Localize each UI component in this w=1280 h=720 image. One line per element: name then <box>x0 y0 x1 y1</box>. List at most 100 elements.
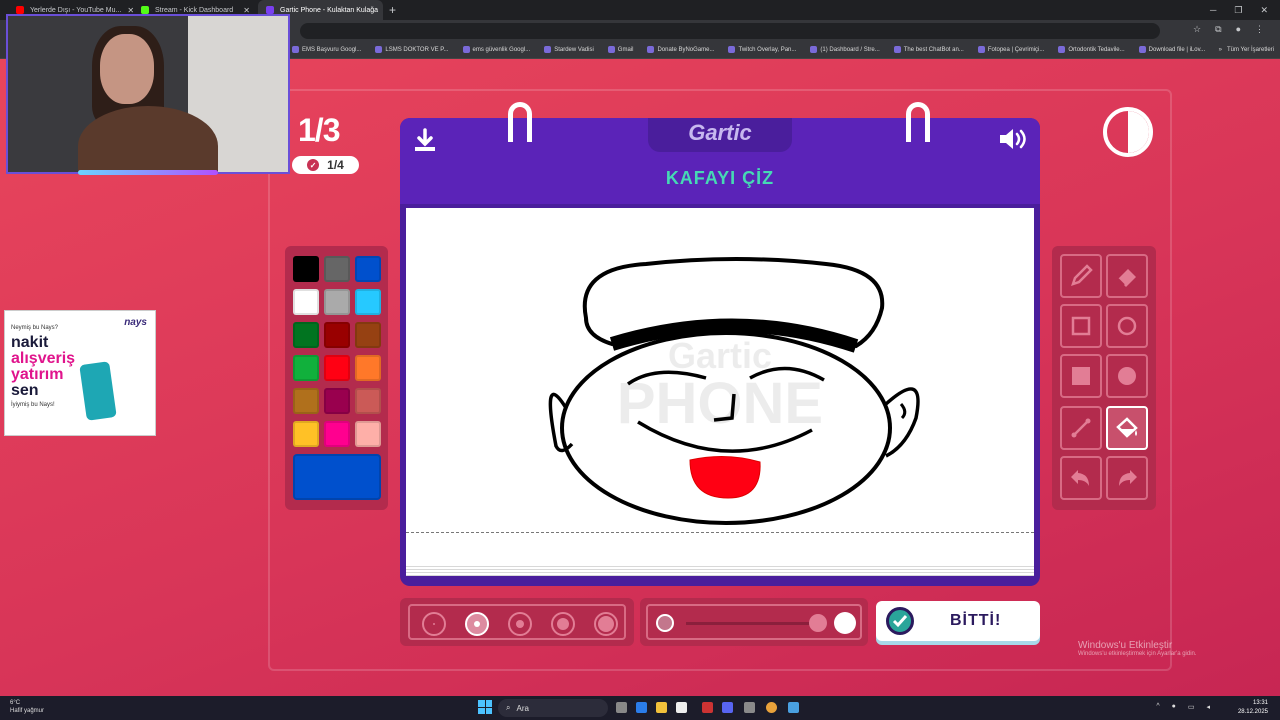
url-field[interactable] <box>300 23 1160 39</box>
all-bookmarks[interactable]: » Tüm Yer İşaretleri <box>1219 47 1274 53</box>
color-swatch[interactable] <box>293 322 319 348</box>
bookmark-item[interactable]: EMS Başvuru Googl... <box>292 46 362 54</box>
brush-size-1[interactable] <box>422 612 446 636</box>
color-swatch[interactable] <box>293 421 319 447</box>
fill-bucket-tool[interactable] <box>1106 406 1148 450</box>
brush-size-3[interactable] <box>508 612 532 636</box>
star-icon[interactable]: ☆ <box>1193 24 1201 35</box>
color-swatch[interactable] <box>293 256 319 282</box>
sound-icon[interactable] <box>998 127 1028 151</box>
color-swatch[interactable] <box>324 355 350 381</box>
search-icon: ⌕ <box>506 703 511 712</box>
line-tool[interactable] <box>1060 406 1102 450</box>
download-icon[interactable] <box>414 128 436 152</box>
bookmark-item[interactable]: Stardew Vadisi <box>544 46 594 54</box>
color-swatch[interactable] <box>355 421 381 447</box>
rectangle-fill-tool[interactable] <box>1060 354 1102 398</box>
color-swatch[interactable] <box>355 355 381 381</box>
color-swatch[interactable] <box>324 322 350 348</box>
bookmark-item[interactable]: Ortodontik Tedavile... <box>1058 46 1125 54</box>
chevron-up-icon[interactable]: ^ <box>1156 703 1159 711</box>
pencil-tool[interactable] <box>1060 254 1102 298</box>
discord-icon[interactable] <box>722 702 733 713</box>
bookmark-icon <box>462 46 470 54</box>
screen: Yerlerde Dışı - YouTube Mu... ✕ Stream - … <box>0 0 1280 720</box>
color-swatch[interactable] <box>355 256 381 282</box>
circle-fill-tool[interactable] <box>1106 354 1148 398</box>
weather-widget[interactable]: 6°C Hafif yağmur <box>10 699 44 715</box>
color-swatch[interactable] <box>324 289 350 315</box>
bookmark-item[interactable]: (1) Dashboard / Stre... <box>810 46 880 54</box>
close-window-icon[interactable]: ✕ <box>1260 5 1268 16</box>
color-swatch[interactable] <box>293 388 319 414</box>
redo-tool[interactable] <box>1106 456 1148 500</box>
undo-tool[interactable] <box>1060 456 1102 500</box>
minimize-icon[interactable]: ─ <box>1210 5 1216 15</box>
tab-label: Gartic Phone - Kulaktan Kulağa <box>280 6 379 14</box>
color-swatch[interactable] <box>324 388 350 414</box>
maximize-icon[interactable]: ❐ <box>1234 5 1242 16</box>
bookmark-item[interactable]: ems güvenlik Googl... <box>462 46 530 54</box>
opacity-track[interactable] <box>686 622 820 625</box>
eraser-icon <box>1117 269 1136 287</box>
contrast-half <box>1128 111 1149 153</box>
done-button[interactable]: BİTTİ! <box>876 601 1040 641</box>
document-icon[interactable] <box>676 702 687 713</box>
bookmark-item[interactable]: The best ChatBot an... <box>893 46 964 54</box>
current-color-swatch[interactable] <box>293 454 381 500</box>
mic-icon[interactable]: ● <box>1172 703 1176 711</box>
bookmark-label: EMS Başvuru Googl... <box>302 47 362 54</box>
brush-size-dot <box>433 623 435 625</box>
file-explorer-icon[interactable] <box>656 702 667 713</box>
app-icon[interactable] <box>788 702 799 713</box>
eraser-tool[interactable] <box>1106 254 1148 298</box>
circle-outline-tool[interactable] <box>1106 304 1148 348</box>
edge-icon[interactable] <box>636 702 647 713</box>
color-swatch[interactable] <box>355 322 381 348</box>
turn-counter: ✓ 1/4 <box>292 156 359 174</box>
advertisement[interactable]: Neymiş bu Nays? nays nakit alışveriş yat… <box>4 310 156 436</box>
color-swatch[interactable] <box>355 388 381 414</box>
app-icon[interactable] <box>702 702 713 713</box>
start-icon[interactable] <box>478 700 492 714</box>
opacity-handle[interactable] <box>809 614 827 632</box>
more-bookmarks-icon[interactable]: » <box>1219 47 1222 53</box>
brush-size-2[interactable] <box>465 612 489 636</box>
bookmark-item[interactable]: Fotopea | Çevrimiçi... <box>977 46 1044 54</box>
bookmark-item[interactable]: Donate ByNoGame... <box>647 46 714 54</box>
new-tab-icon[interactable]: + <box>383 3 402 17</box>
brush-size-5[interactable] <box>594 612 618 636</box>
taskbar-search[interactable]: ⌕ Ara <box>498 699 608 717</box>
time: 13:31 <box>1252 700 1268 706</box>
ad-line: nakit <box>11 334 49 351</box>
app-icon[interactable] <box>744 702 755 713</box>
bookmark-item[interactable]: Twitch Overlay, Pan... <box>728 46 796 54</box>
menu-icon[interactable]: ⋮ <box>1255 24 1264 35</box>
extensions-icon[interactable]: ⧉ <box>1215 24 1221 35</box>
chrome-icon[interactable] <box>766 702 777 713</box>
canvas-divider <box>406 532 1034 533</box>
opacity-slider[interactable] <box>646 604 862 640</box>
volume-icon[interactable]: ◂ <box>1206 703 1210 711</box>
bookmark-item[interactable]: Gmail <box>607 46 633 54</box>
contrast-toggle-icon[interactable] <box>1103 107 1153 157</box>
activate-title: Windows'u Etkinleştir <box>1078 640 1173 651</box>
drawing-canvas[interactable]: Gartic PHONE <box>406 208 1034 570</box>
task-view-icon[interactable] <box>616 702 627 713</box>
clock[interactable]: 13:31 28.12.2025 <box>1238 699 1268 717</box>
bookmark-item[interactable]: Download file | iLov... <box>1138 46 1205 54</box>
color-swatch[interactable] <box>293 355 319 381</box>
color-swatch[interactable] <box>355 289 381 315</box>
color-swatch[interactable] <box>324 421 350 447</box>
color-swatch[interactable] <box>293 289 319 315</box>
color-palette <box>285 246 388 510</box>
bookmark-item[interactable]: LSMS DOKTOR VE P... <box>375 46 449 54</box>
bookmark-icon <box>375 46 383 54</box>
color-swatch[interactable] <box>324 256 350 282</box>
profile-icon[interactable]: ● <box>1236 24 1241 35</box>
rectangle-outline-tool[interactable] <box>1060 304 1102 348</box>
bookmark-icon <box>292 46 299 54</box>
bookmark-icon <box>893 46 901 54</box>
network-icon[interactable]: ▭ <box>1188 703 1195 711</box>
brush-size-4[interactable] <box>551 612 575 636</box>
